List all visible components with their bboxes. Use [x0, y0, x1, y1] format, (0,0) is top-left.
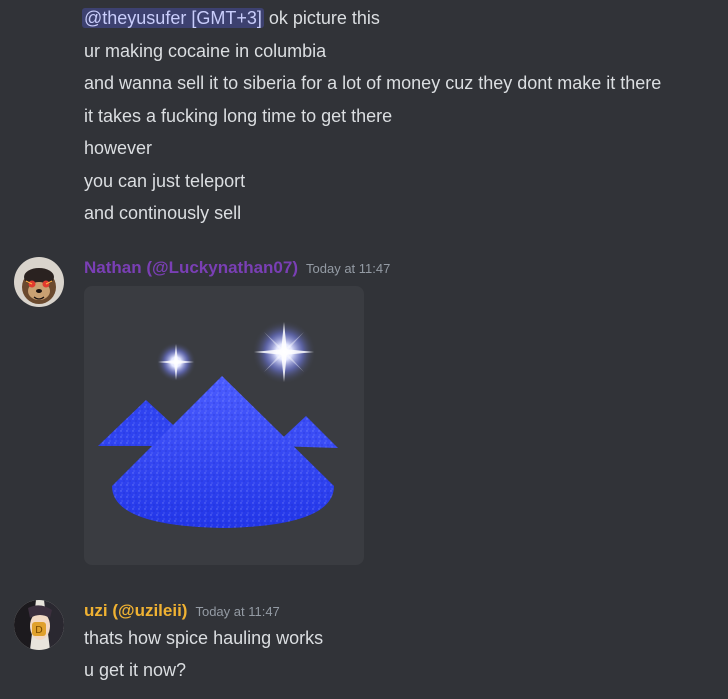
message-line: and wanna sell it to siberia for a lot o…: [84, 73, 662, 93]
timestamp: Today at 11:47: [195, 604, 280, 619]
message-line: thats how spice hauling works: [84, 628, 324, 648]
message-line: ur making cocaine in columbia: [84, 41, 327, 61]
message-line: you can just teleport: [84, 171, 246, 191]
message-line: and continously sell: [84, 203, 242, 223]
image-attachment[interactable]: [84, 286, 364, 565]
avatar[interactable]: [14, 257, 64, 307]
timestamp: Today at 11:47: [306, 261, 391, 276]
message-line: u get it now?: [84, 660, 187, 680]
message-line: @theyusufer [GMT+3] ok picture this: [82, 7, 380, 29]
anime-character-icon: D: [14, 600, 64, 650]
message-line: it takes a fucking long time to get ther…: [84, 106, 393, 126]
username[interactable]: uzi (@uzileii): [84, 601, 187, 620]
user-mention[interactable]: @theyusufer [GMT+3]: [82, 8, 264, 28]
message-header: uzi (@uzileii) Today at 11:47: [84, 600, 280, 623]
avatar[interactable]: D: [14, 600, 64, 650]
dog-face-icon: [14, 257, 64, 307]
svg-text:D: D: [35, 625, 43, 636]
username[interactable]: Nathan (@Luckynathan07): [84, 258, 298, 277]
message-text: ok picture this: [263, 8, 380, 28]
blue-spice-mounds-image: [98, 320, 338, 528]
message-header: Nathan (@Luckynathan07) Today at 11:47: [84, 257, 390, 280]
message-line: however: [84, 138, 153, 158]
